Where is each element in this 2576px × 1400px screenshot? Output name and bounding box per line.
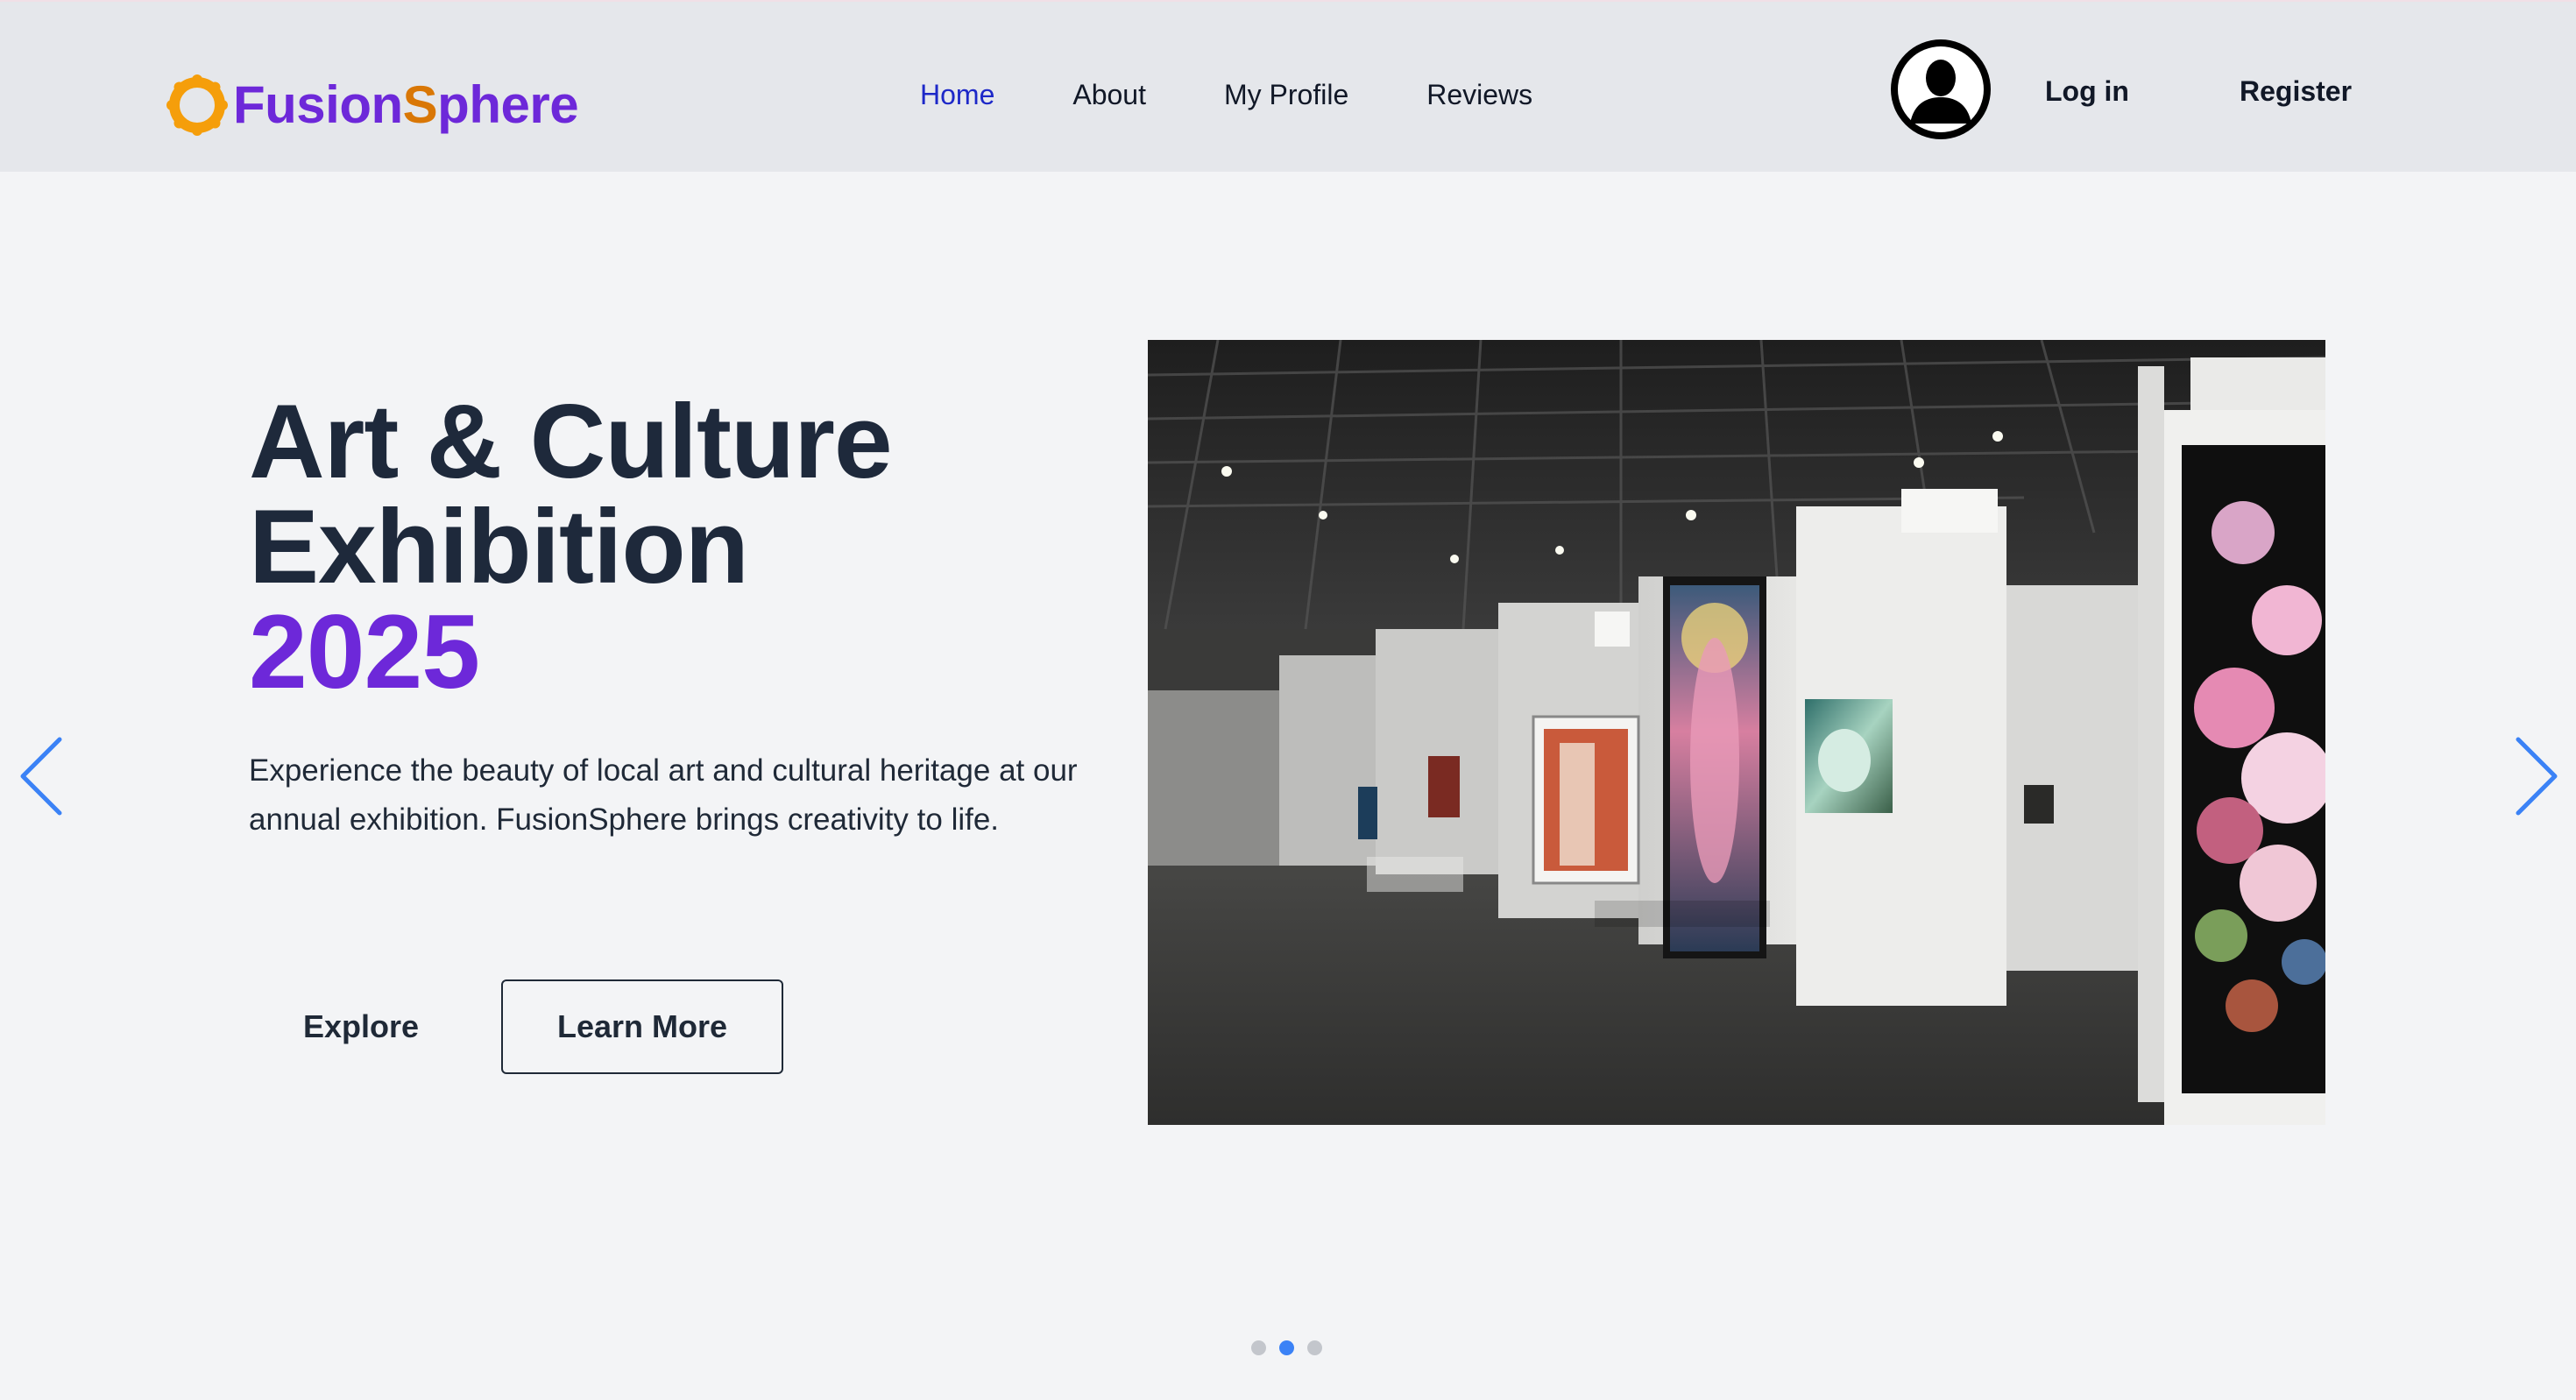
nav-about[interactable]: About [1072,75,1146,114]
brand-name-part: Fusion [233,75,403,134]
carousel-dot-2[interactable] [1279,1340,1294,1355]
carousel-indicators [1251,1340,1322,1355]
carousel-next-button[interactable] [2508,734,2560,818]
site-header: FusionSphere Home About My Profile Revie… [0,0,2576,172]
gallery-photo [1148,340,2325,1125]
orange-ring-logo-icon [166,74,228,136]
main-nav: Home About My Profile Reviews [920,75,1532,114]
carousel-dot-1[interactable] [1251,1340,1266,1355]
carousel-dot-3[interactable] [1307,1340,1322,1355]
hero-title: Art & Culture Exhibition 2025 [249,389,1125,704]
login-link[interactable]: Log in [2045,72,2129,110]
page: FusionSphere Home About My Profile Revie… [0,0,2576,1400]
chevron-left-icon [20,737,62,816]
learn-more-button[interactable]: Learn More [501,979,783,1074]
brand-name-part: phere [437,75,579,134]
brand-name: FusionSphere [233,79,579,131]
register-link[interactable]: Register [2240,72,2352,110]
chevron-right-icon [2516,737,2558,816]
nav-home[interactable]: Home [920,75,994,114]
user-avatar-icon[interactable] [1891,39,1991,139]
hero-title-year: 2025 [249,593,480,711]
nav-my-profile[interactable]: My Profile [1224,75,1348,114]
explore-button[interactable]: Explore [273,979,449,1074]
nav-reviews[interactable]: Reviews [1426,75,1532,114]
hero-description: Experience the beauty of local art and c… [249,753,1078,837]
gallery-photo-illustration [1148,340,2325,1125]
hero-title-line: Art & Culture [249,383,893,500]
user-silhouette-icon [1893,41,1989,138]
hero-title-line: Exhibition [249,488,749,605]
brand-logo-link[interactable]: FusionSphere [165,70,579,140]
brand-name-part: S [402,75,438,134]
carousel-prev-button[interactable] [18,734,70,818]
